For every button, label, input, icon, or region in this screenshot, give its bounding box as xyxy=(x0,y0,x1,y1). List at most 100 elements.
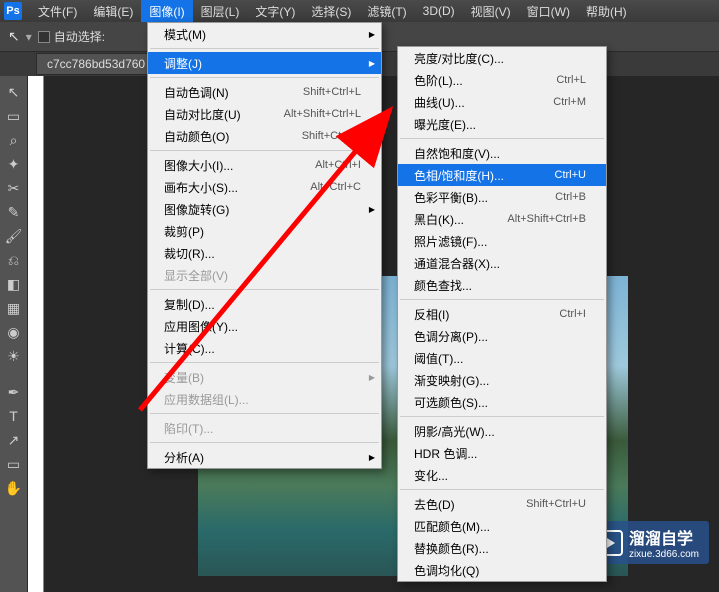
menu-item[interactable]: 模式(M) xyxy=(148,23,381,45)
crop-tool-icon[interactable]: ✂ xyxy=(2,177,26,199)
menu-item[interactable]: 图像旋转(G) xyxy=(148,198,381,220)
menu-item-label: 匹配颜色(M)... xyxy=(414,518,490,535)
pen-tool-icon[interactable]: ✒ xyxy=(2,381,26,403)
menu-item[interactable]: 分析(A) xyxy=(148,446,381,468)
menu-item[interactable]: 可选颜色(S)... xyxy=(398,391,606,413)
menu-5[interactable]: 选择(S) xyxy=(303,0,359,22)
watermark-text: 溜溜自学 xyxy=(629,531,693,548)
menu-item-label: 曲线(U)... xyxy=(414,94,465,111)
menu-item-label: 变化... xyxy=(414,467,448,484)
menu-item[interactable]: 色阶(L)...Ctrl+L xyxy=(398,69,606,91)
hand-tool-icon[interactable]: ✋ xyxy=(2,477,26,499)
menu-item-label: 裁剪(P) xyxy=(164,223,204,240)
menu-item[interactable]: 应用图像(Y)... xyxy=(148,315,381,337)
menu-item-label: 阴影/高光(W)... xyxy=(414,423,495,440)
brush-tool-icon[interactable]: 🖌 xyxy=(2,225,26,247)
menu-item[interactable]: 替换颜色(R)... xyxy=(398,537,606,559)
menu-item-label: 渐变映射(G)... xyxy=(414,372,489,389)
menu-item[interactable]: 亮度/对比度(C)... xyxy=(398,47,606,69)
menu-shortcut: Ctrl+M xyxy=(553,96,586,108)
menu-shortcut: Ctrl+B xyxy=(555,191,586,203)
menu-2[interactable]: 图像(I) xyxy=(141,0,192,22)
menu-item-label: 色相/饱和度(H)... xyxy=(414,167,504,184)
menu-item[interactable]: 黑白(K)... Alt+Shift+Ctrl+B xyxy=(398,208,606,230)
menu-item-label: 可选颜色(S)... xyxy=(414,394,488,411)
menu-7[interactable]: 3D(D) xyxy=(415,0,463,22)
menu-item-label: 反相(I) xyxy=(414,306,449,323)
menu-3[interactable]: 图层(L) xyxy=(193,0,248,22)
menu-item-label: 去色(D) xyxy=(414,496,455,513)
menu-1[interactable]: 编辑(E) xyxy=(85,0,141,22)
menu-item[interactable]: 照片滤镜(F)... xyxy=(398,230,606,252)
lasso-tool-icon[interactable]: ⌕ xyxy=(2,129,26,151)
menu-item[interactable]: 色相/饱和度(H)...Ctrl+U xyxy=(398,164,606,186)
menu-item-label: 黑白(K)... xyxy=(414,211,464,228)
menu-item-label: 调整(J) xyxy=(164,55,202,72)
menu-item-label: 色调均化(Q) xyxy=(414,562,479,579)
menu-item: 陷印(T)... xyxy=(148,417,381,439)
menu-item[interactable]: 渐变映射(G)... xyxy=(398,369,606,391)
menu-item[interactable]: HDR 色调... xyxy=(398,442,606,464)
menu-10[interactable]: 帮助(H) xyxy=(578,0,635,22)
menu-item[interactable]: 自动对比度(U)Alt+Shift+Ctrl+L xyxy=(148,103,381,125)
menu-item-label: 模式(M) xyxy=(164,26,206,43)
menu-item[interactable]: 复制(D)... xyxy=(148,293,381,315)
menu-8[interactable]: 视图(V) xyxy=(463,0,519,22)
menu-item[interactable]: 色彩平衡(B)...Ctrl+B xyxy=(398,186,606,208)
menu-item-label: 色阶(L)... xyxy=(414,72,463,89)
menu-item[interactable]: 去色(D)Shift+Ctrl+U xyxy=(398,493,606,515)
menu-separator xyxy=(150,362,379,363)
move-tool-icon: ↖ xyxy=(8,28,20,45)
eraser-tool-icon[interactable]: ◧ xyxy=(2,273,26,295)
menu-item-label: 曝光度(E)... xyxy=(414,116,476,133)
menu-item: 变量(B) xyxy=(148,366,381,388)
menu-item[interactable]: 裁切(R)... xyxy=(148,242,381,264)
stamp-tool-icon[interactable]: ⎌ xyxy=(2,249,26,271)
menu-item[interactable]: 自动颜色(O)Shift+Ctrl+B xyxy=(148,125,381,147)
menu-item[interactable]: 自动色调(N)Shift+Ctrl+L xyxy=(148,81,381,103)
menu-item[interactable]: 色调均化(Q) xyxy=(398,559,606,581)
tool-preset-dropdown[interactable]: ▾ xyxy=(26,30,32,44)
menu-item[interactable]: 调整(J) xyxy=(148,52,381,74)
menu-item[interactable]: 匹配颜色(M)... xyxy=(398,515,606,537)
menu-item-label: 颜色查找... xyxy=(414,277,472,294)
menu-item[interactable]: 变化... xyxy=(398,464,606,486)
shape-tool-icon[interactable]: ▭ xyxy=(2,453,26,475)
menu-item-label: 裁切(R)... xyxy=(164,245,215,262)
auto-select-checkbox[interactable]: 自动选择: xyxy=(38,28,105,45)
blur-tool-icon[interactable]: ◉ xyxy=(2,321,26,343)
move-tool-icon[interactable]: ↖ xyxy=(2,81,26,103)
eyedropper-tool-icon[interactable]: ✎ xyxy=(2,201,26,223)
gradient-tool-icon[interactable]: ▦ xyxy=(2,297,26,319)
menu-item-label: HDR 色调... xyxy=(414,445,477,462)
menu-item[interactable]: 阈值(T)... xyxy=(398,347,606,369)
type-tool-icon[interactable]: T xyxy=(2,405,26,427)
menu-item[interactable]: 通道混合器(X)... xyxy=(398,252,606,274)
menu-item[interactable]: 裁剪(P) xyxy=(148,220,381,242)
menu-item-label: 色调分离(P)... xyxy=(414,328,488,345)
menu-item[interactable]: 曝光度(E)... xyxy=(398,113,606,135)
menu-4[interactable]: 文字(Y) xyxy=(247,0,303,22)
menu-item[interactable]: 反相(I)Ctrl+I xyxy=(398,303,606,325)
menu-item[interactable]: 自然饱和度(V)... xyxy=(398,142,606,164)
menu-item[interactable]: 颜色查找... xyxy=(398,274,606,296)
marquee-tool-icon[interactable]: ▭ xyxy=(2,105,26,127)
menu-shortcut: Shift+Ctrl+L xyxy=(303,86,361,98)
menu-6[interactable]: 滤镜(T) xyxy=(359,0,414,22)
menu-item[interactable]: 画布大小(S)...Alt+Ctrl+C xyxy=(148,176,381,198)
menu-item[interactable]: 图像大小(I)...Alt+Ctrl+I xyxy=(148,154,381,176)
menu-item[interactable]: 阴影/高光(W)... xyxy=(398,420,606,442)
dodge-tool-icon[interactable]: ☀ xyxy=(2,345,26,367)
menu-item[interactable]: 色调分离(P)... xyxy=(398,325,606,347)
path-tool-icon[interactable]: ↗ xyxy=(2,429,26,451)
menu-item-label: 替换颜色(R)... xyxy=(414,540,489,557)
menu-item[interactable]: 计算(C)... xyxy=(148,337,381,359)
document-tab[interactable]: c7cc786bd53d760 xyxy=(36,53,156,75)
menu-item[interactable]: 曲线(U)... Ctrl+M xyxy=(398,91,606,113)
wand-tool-icon[interactable]: ✦ xyxy=(2,153,26,175)
menu-item: 显示全部(V) xyxy=(148,264,381,286)
menu-shortcut: Alt+Shift+Ctrl+B xyxy=(507,213,586,225)
menu-item-label: 图像旋转(G) xyxy=(164,201,229,218)
menu-9[interactable]: 窗口(W) xyxy=(519,0,578,22)
menu-0[interactable]: 文件(F) xyxy=(30,0,85,22)
